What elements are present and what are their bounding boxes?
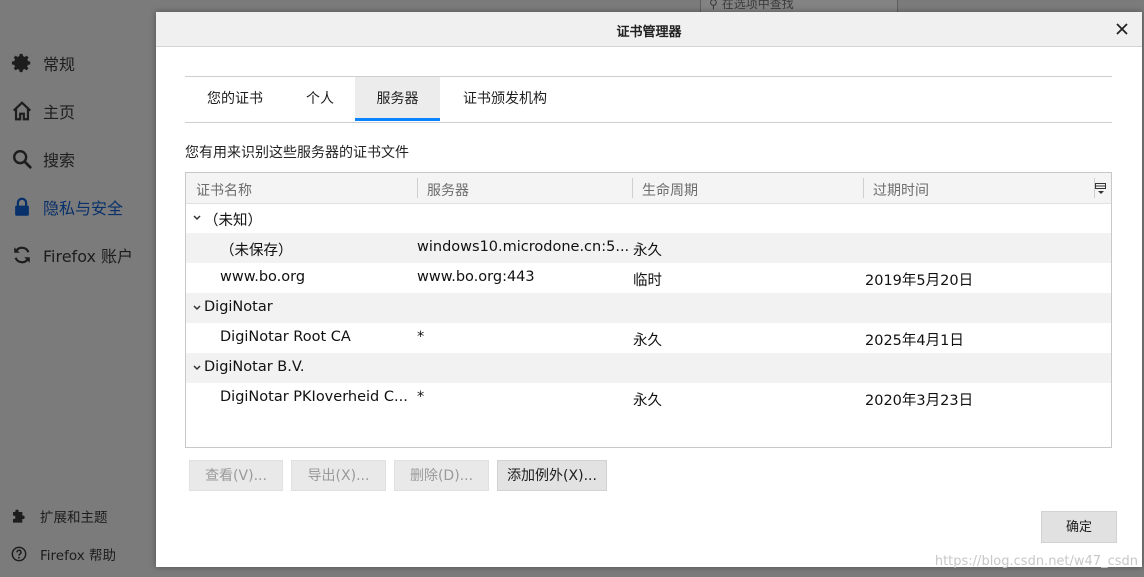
sidebar-item-help: Firefox 帮助 — [10, 544, 116, 564]
add-exception-button[interactable]: 添加例外(X)... — [497, 460, 607, 491]
column-header-expires[interactable]: 过期时间 — [873, 180, 929, 200]
home-icon — [10, 99, 34, 123]
gear-icon — [10, 51, 34, 75]
tree-row-group[interactable]: DigiNotar B.V. — [186, 353, 1111, 383]
tab-your-certificates[interactable]: 您的证书 — [191, 77, 279, 121]
tree-row[interactable]: www.bo.org www.bo.org:443 临时 2019年5月20日 — [186, 263, 1111, 293]
dialog-title: 证书管理器 — [616, 25, 682, 40]
sidebar-item-label: Firefox 帮助 — [40, 548, 116, 564]
cert-name: （未知） — [204, 213, 262, 229]
sidebar-item-label: 常规 — [43, 55, 76, 74]
sidebar-item-label: 搜索 — [43, 151, 76, 170]
cert-name: （未保存） — [220, 243, 293, 259]
close-button[interactable] — [1112, 19, 1132, 39]
column-header-server[interactable]: 服务器 — [427, 180, 469, 200]
delete-button[interactable]: 删除(D)... — [394, 460, 489, 491]
server-certificate-tree[interactable]: 证书名称 服务器 生命周期 过期时间 （未知） （未保存） windows10.… — [185, 172, 1112, 448]
column-splitter[interactable] — [632, 178, 633, 198]
certificate-tabs: 您的证书 个人 服务器 证书颁发机构 — [185, 76, 1112, 123]
help-icon — [10, 545, 28, 563]
cert-expires: 2019年5月20日 — [865, 273, 974, 289]
certificate-manager-dialog: 证书管理器 您的证书 个人 服务器 证书颁发机构 您有用来识别这些服务器的证书文… — [156, 12, 1142, 567]
tab-description: 您有用来识别这些服务器的证书文件 — [185, 145, 409, 161]
sidebar-item-extensions: 扩展和主题 — [10, 506, 108, 526]
chevron-down-icon[interactable] — [192, 361, 202, 373]
cert-server: www.bo.org:443 — [417, 269, 535, 285]
cert-lifetime: 临时 — [633, 273, 662, 289]
tab-people[interactable]: 个人 — [289, 77, 351, 121]
column-header-name[interactable]: 证书名称 — [196, 180, 252, 200]
sidebar-item-label: 扩展和主题 — [40, 510, 108, 526]
tree-row[interactable]: DigiNotar Root CA * 永久 2025年4月1日 — [186, 323, 1111, 353]
cert-lifetime: 永久 — [633, 333, 662, 349]
search-icon — [10, 147, 34, 171]
cert-name: DigiNotar B.V. — [204, 359, 305, 375]
dialog-titlebar: 证书管理器 — [156, 12, 1142, 47]
cert-lifetime: 永久 — [633, 393, 662, 409]
column-splitter[interactable] — [417, 178, 418, 198]
sidebar-item-firefox-account: Firefox 账户 — [10, 243, 133, 267]
search-placeholder: 在选项中查找 — [721, 0, 794, 11]
cert-expires: 2020年3月23日 — [865, 393, 974, 409]
cert-name: DigiNotar — [204, 299, 273, 315]
puzzle-icon — [10, 507, 28, 525]
view-button[interactable]: 查看(V)... — [189, 460, 283, 491]
cert-server: windows10.microdone.cn:5... — [417, 239, 629, 255]
chevron-down-icon[interactable] — [192, 301, 202, 313]
column-header-lifetime[interactable]: 生命周期 — [642, 180, 698, 200]
sidebar-item-home: 主页 — [10, 99, 75, 123]
cert-lifetime: 永久 — [633, 243, 662, 259]
sidebar-item-search: 搜索 — [10, 147, 75, 171]
tree-row-group[interactable]: DigiNotar — [186, 293, 1111, 323]
cert-name: DigiNotar Root CA — [220, 329, 351, 345]
tab-servers[interactable]: 服务器 — [355, 77, 440, 121]
sidebar-item-privacy: 隐私与安全 — [10, 195, 123, 219]
chevron-down-icon[interactable] — [192, 211, 202, 223]
cert-server: * — [417, 329, 425, 345]
tree-header: 证书名称 服务器 生命周期 过期时间 — [186, 173, 1111, 204]
cert-name: DigiNotar PKIoverheid C... — [220, 389, 408, 405]
tree-row-group[interactable]: （未知） — [186, 203, 1111, 233]
sidebar-item-label: Firefox 账户 — [43, 247, 134, 266]
close-icon — [1116, 23, 1128, 35]
sidebar-item-general: 常规 — [10, 51, 75, 75]
watermark-text: https://blog.csdn.net/w47_csdn — [934, 554, 1138, 569]
sidebar-item-label: 隐私与安全 — [43, 199, 124, 218]
lock-icon — [10, 195, 34, 219]
cert-name: www.bo.org — [220, 269, 306, 285]
ok-button[interactable]: 确定 — [1041, 511, 1117, 543]
sync-icon — [10, 243, 34, 267]
tab-authorities[interactable]: 证书颁发机构 — [449, 77, 561, 121]
column-picker-icon[interactable] — [1095, 181, 1107, 195]
cert-server: * — [417, 389, 425, 405]
search-icon: ⚲ — [709, 0, 718, 11]
column-splitter[interactable] — [863, 178, 864, 198]
tree-row[interactable]: DigiNotar PKIoverheid C... * 永久 2020年3月2… — [186, 383, 1111, 413]
sidebar-item-label: 主页 — [43, 103, 76, 122]
export-button[interactable]: 导出(X)... — [291, 460, 386, 491]
tree-row[interactable]: （未保存） windows10.microdone.cn:5... 永久 — [186, 233, 1111, 263]
cert-expires: 2025年4月1日 — [865, 333, 964, 349]
